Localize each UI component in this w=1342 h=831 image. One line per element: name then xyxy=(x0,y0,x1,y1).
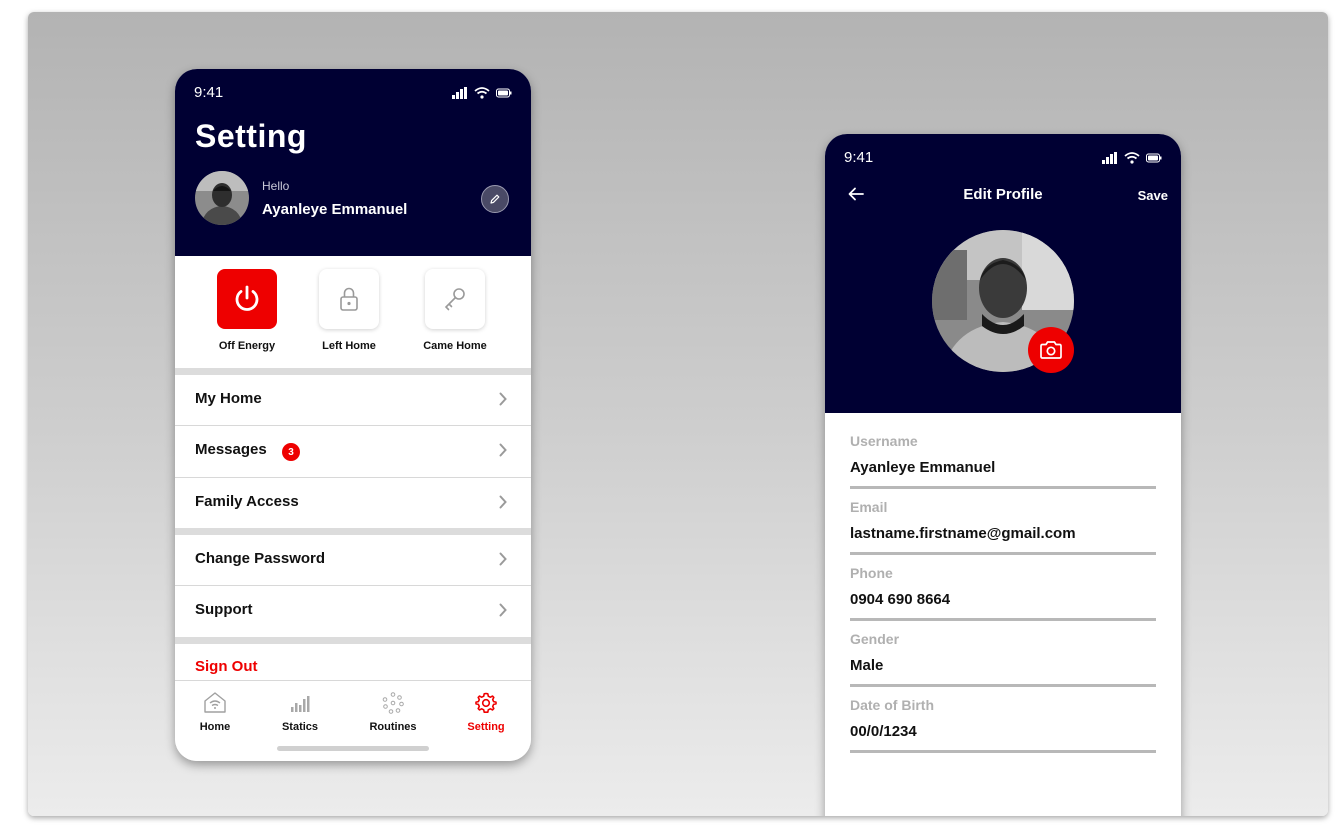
edit-profile-button[interactable] xyxy=(481,185,509,213)
field-value[interactable]: Ayanleye Emmanuel xyxy=(850,459,995,476)
nav-bar: Edit Profile Save xyxy=(825,184,1181,206)
field-label: Email xyxy=(850,499,888,515)
tab-statics[interactable]: Statics xyxy=(260,689,340,733)
signal-icon xyxy=(1102,152,1117,164)
menu-item-support[interactable]: Support xyxy=(175,586,531,637)
home-indicator xyxy=(277,746,429,751)
battery-icon xyxy=(1146,153,1162,163)
battery-icon xyxy=(496,88,512,98)
menu-item-label: Change Password xyxy=(195,550,326,567)
menu-item-label: Family Access xyxy=(195,493,299,510)
email-field[interactable]: Email lastname.firstname@gmail.com xyxy=(850,499,1156,555)
edit-profile-screen: 9:41 Edit Profile Save Username Ayanleye… xyxy=(825,134,1181,816)
tab-home[interactable]: Home xyxy=(175,689,255,733)
dots-circle-icon xyxy=(382,692,404,714)
status-time: 9:41 xyxy=(194,84,224,101)
field-value[interactable]: 00/0/1234 xyxy=(850,723,917,740)
greeting-text: Hello xyxy=(262,179,290,193)
chevron-right-icon xyxy=(499,552,507,566)
user-name: Ayanleye Emmanuel xyxy=(262,201,408,218)
quick-action-label: Came Home xyxy=(423,340,487,352)
change-photo-button[interactable] xyxy=(1028,327,1074,373)
tab-label: Statics xyxy=(281,721,319,733)
menu-item-label: My Home xyxy=(195,390,262,407)
section-divider xyxy=(175,637,531,644)
bar-chart-icon xyxy=(291,696,310,712)
setting-header: 9:41 Setting Hello Ayanleye Emmanuel xyxy=(175,69,531,256)
home-wifi-icon xyxy=(204,692,226,713)
tab-label: Setting xyxy=(467,721,505,733)
field-label: Phone xyxy=(850,565,893,581)
wifi-icon xyxy=(474,87,490,99)
signal-icon xyxy=(452,87,467,99)
page-title: Edit Profile xyxy=(963,186,1043,203)
quick-action-off-energy[interactable]: Off Energy xyxy=(207,269,287,352)
status-time: 9:41 xyxy=(844,149,874,166)
field-value[interactable]: 0904 690 8664 xyxy=(850,591,950,608)
page-title: Setting xyxy=(195,118,307,154)
pencil-icon xyxy=(490,194,500,204)
save-button[interactable]: Save xyxy=(1138,188,1168,203)
date-of-birth-field[interactable]: Date of Birth 00/0/1234 xyxy=(850,697,1156,753)
wifi-icon xyxy=(1124,152,1140,164)
tab-routines[interactable]: Routines xyxy=(353,689,433,733)
status-bar: 9:41 xyxy=(194,84,512,104)
username-field[interactable]: Username Ayanleye Emmanuel xyxy=(850,433,1156,489)
key-icon xyxy=(444,288,465,311)
quick-action-label: Off Energy xyxy=(218,340,276,352)
gear-icon xyxy=(475,692,497,713)
tab-setting[interactable]: Setting xyxy=(446,689,526,733)
quick-action-left-home[interactable]: Left Home xyxy=(309,269,389,352)
messages-badge: 3 xyxy=(282,443,300,461)
avatar[interactable] xyxy=(195,171,249,225)
power-icon xyxy=(235,285,259,311)
menu-item-family-access[interactable]: Family Access xyxy=(175,478,531,529)
field-value[interactable]: Male xyxy=(850,657,883,674)
chevron-right-icon xyxy=(499,392,507,406)
menu-item-my-home[interactable]: My Home xyxy=(175,375,531,426)
menu-item-label: Messages xyxy=(195,441,267,458)
menu-item-change-password[interactable]: Change Password xyxy=(175,535,531,586)
quick-action-box[interactable] xyxy=(217,269,277,329)
section-divider xyxy=(175,528,531,535)
quick-action-label: Left Home xyxy=(322,340,376,352)
field-label: Gender xyxy=(850,631,900,647)
status-icons xyxy=(452,87,512,99)
tab-label: Routines xyxy=(369,721,417,733)
chevron-right-icon xyxy=(499,495,507,509)
menu-item-label: Support xyxy=(195,601,253,618)
edit-profile-header: 9:41 Edit Profile Save xyxy=(825,134,1181,413)
status-bar: 9:41 xyxy=(844,149,1162,169)
quick-action-box[interactable] xyxy=(319,269,379,329)
field-value[interactable]: lastname.firstname@gmail.com xyxy=(850,525,1076,542)
setting-screen: 9:41 Setting Hello Ayanleye Emmanuel Off… xyxy=(175,69,531,761)
tab-label: Home xyxy=(199,721,231,733)
quick-action-box[interactable] xyxy=(425,269,485,329)
chevron-right-icon xyxy=(499,603,507,617)
camera-icon xyxy=(1040,341,1062,359)
field-label: Date of Birth xyxy=(850,697,934,713)
lock-icon xyxy=(340,287,358,311)
status-icons xyxy=(1102,152,1162,164)
gender-field[interactable]: Gender Male xyxy=(850,631,1156,687)
phone-field[interactable]: Phone 0904 690 8664 xyxy=(850,565,1156,621)
field-label: Username xyxy=(850,433,918,449)
sign-out-button[interactable]: Sign Out xyxy=(195,658,258,675)
chevron-right-icon xyxy=(499,443,507,457)
presentation-canvas: 9:41 Setting Hello Ayanleye Emmanuel Off… xyxy=(28,12,1328,816)
menu-item-messages[interactable]: Messages 3 xyxy=(175,426,531,478)
quick-action-came-home[interactable]: Came Home xyxy=(415,269,495,352)
section-divider xyxy=(175,368,531,375)
quick-actions: Off Energy Left Home Came Home xyxy=(175,256,531,368)
